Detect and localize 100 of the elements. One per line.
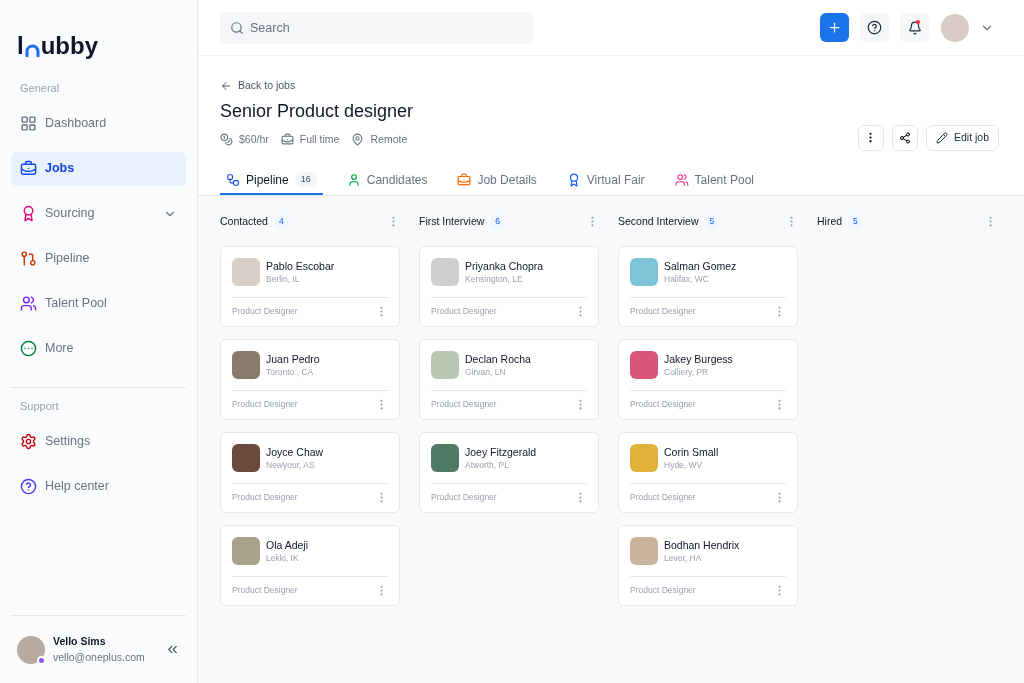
candidate-card[interactable]: Priyanka Chopra Kensington, LE Product Designer (419, 245, 599, 327)
user-icon (346, 172, 361, 187)
nav-item[interactable]: Talent Pool (11, 286, 186, 321)
pipeline-icon (226, 172, 240, 187)
search-icon (230, 20, 244, 35)
add-button[interactable] (820, 13, 849, 42)
candidate-name: Ola Adeji (266, 537, 309, 552)
briefcase-icon (20, 160, 37, 177)
tab[interactable]: Job Details (451, 166, 543, 195)
tab[interactable]: Pipeline 16 (220, 166, 323, 195)
column-count: 5 (848, 214, 863, 229)
candidate-location: Girvan, LN (465, 365, 507, 378)
candidate-name: Juan Pedro (266, 351, 320, 366)
nav-item[interactable]: More (11, 331, 186, 366)
back-link[interactable]: Back to jobs (220, 78, 1002, 94)
tab[interactable]: Candidates (340, 166, 434, 195)
job-meta: Remote (370, 131, 408, 147)
share-icon (898, 131, 911, 144)
briefcase-icon (457, 172, 472, 187)
candidate-role: Product Designer (630, 583, 696, 597)
candidate-card[interactable]: Joyce Chaw Newyour, AS Product Designer (220, 431, 400, 513)
logo-arc-icon (24, 44, 40, 57)
job-meta: Full time (299, 131, 340, 147)
nav-item[interactable]: Dashboard (11, 106, 186, 141)
candidate-name: Joey Fitzgerald (465, 444, 537, 459)
candidate-name: Corin Small (664, 444, 719, 459)
photo-placeholder (232, 443, 260, 472)
candidate-card[interactable]: Declan Rocha Girvan, LN Product Designer (419, 338, 599, 420)
candidate-card[interactable]: Corin Small Hyde, WV Product Designer (618, 431, 798, 513)
section-heading: Support (20, 398, 60, 414)
photo-placeholder (630, 536, 658, 565)
candidate-location: Toronto , CA (266, 365, 315, 378)
nav-item[interactable]: Jobs (11, 151, 186, 186)
candidate-location: Kensington, LE (465, 272, 524, 285)
candidate-role: Product Designer (232, 583, 298, 597)
nav-item[interactable]: Pipeline (11, 241, 186, 276)
help-icon (20, 477, 37, 495)
notification-button[interactable] (900, 13, 929, 42)
candidate-role: Product Designer (232, 397, 298, 411)
candidate-location: Lekki, IK (266, 551, 300, 564)
column-title: Second Interview (618, 213, 699, 229)
candidate-role: Product Designer (630, 490, 696, 504)
photo-placeholder (630, 257, 658, 286)
candidate-card[interactable]: Jakey Burgess Colliery, PR Product Designer (618, 338, 798, 420)
photo-placeholder (630, 350, 658, 379)
logo: l ubby (17, 31, 99, 58)
plus-icon (827, 20, 842, 35)
column-count: 4 (273, 214, 289, 229)
share-button[interactable] (891, 124, 918, 151)
settings-icon (20, 432, 37, 450)
photo-placeholder (431, 257, 459, 286)
candidate-card[interactable]: Ola Adeji Lekki, IK Product Designer (220, 524, 400, 606)
column-title: Hired (817, 213, 843, 229)
more-options-button[interactable] (857, 124, 884, 151)
users-icon (20, 295, 37, 312)
candidate-card[interactable]: Bodhan Hendrix Lever, HA Product Designer (618, 524, 798, 606)
candidate-location: Lever, HA (664, 551, 703, 564)
coins-icon (220, 133, 233, 147)
candidate-name: Jakey Burgess (664, 351, 733, 366)
more-icon (20, 340, 37, 357)
nav-item[interactable]: Settings (11, 424, 186, 458)
edit-job-button[interactable]: Edit job (925, 124, 999, 151)
column-title: Contacted (220, 213, 268, 229)
location-pin-icon (351, 133, 365, 147)
arrow-left-icon (220, 79, 232, 92)
candidate-location: Berlin, IL (266, 272, 301, 285)
tab[interactable]: Virtual Fair (560, 166, 651, 195)
column-count: 5 (704, 214, 720, 229)
tab[interactable]: Talent Pool (668, 166, 760, 195)
candidate-location: Hyde, WV (664, 458, 704, 471)
candidate-name: Declan Rocha (465, 351, 531, 366)
nav-item[interactable]: Help center (11, 469, 186, 503)
candidate-role: Product Designer (630, 304, 696, 318)
photo-placeholder (431, 350, 459, 379)
candidate-card[interactable]: Salman Gomez Halifax, WC Product Designer (618, 245, 798, 327)
help-button[interactable] (860, 13, 889, 42)
photo-placeholder (431, 443, 459, 472)
candidate-role: Product Designer (431, 304, 497, 318)
nav-item[interactable]: Sourcing (11, 196, 186, 231)
candidate-location: Halifax, WC (664, 272, 710, 285)
candidate-name: Bodhan Hendrix (664, 537, 740, 552)
section-heading: General (20, 81, 61, 96)
candidate-role: Product Designer (630, 397, 696, 411)
candidate-card[interactable]: Joey Fitzgerald Atworth, PL Product Designer (419, 431, 599, 513)
profile-avatar[interactable] (941, 13, 969, 42)
users-icon (674, 172, 689, 187)
column-title: First Interview (419, 213, 485, 229)
user-name: Vello Sims (53, 633, 107, 649)
photo-placeholder (232, 536, 260, 565)
candidate-card[interactable]: Juan Pedro Toronto , CA Product Designer (220, 338, 400, 420)
search-field[interactable]: Search (220, 11, 533, 44)
candidate-name: Salman Gomez (664, 258, 737, 273)
candidate-card[interactable]: Pablo Escobar Berlin, IL Product Designer (220, 245, 400, 327)
grid-icon (20, 115, 37, 132)
candidate-name: Pablo Escobar (266, 258, 335, 273)
candidate-role: Product Designer (232, 304, 298, 318)
candidate-role: Product Designer (232, 490, 298, 504)
candidate-location: Atworth, PL (465, 458, 510, 471)
user-email: vello@oneplus.com (53, 649, 146, 665)
tab-count: 16 (294, 171, 317, 188)
